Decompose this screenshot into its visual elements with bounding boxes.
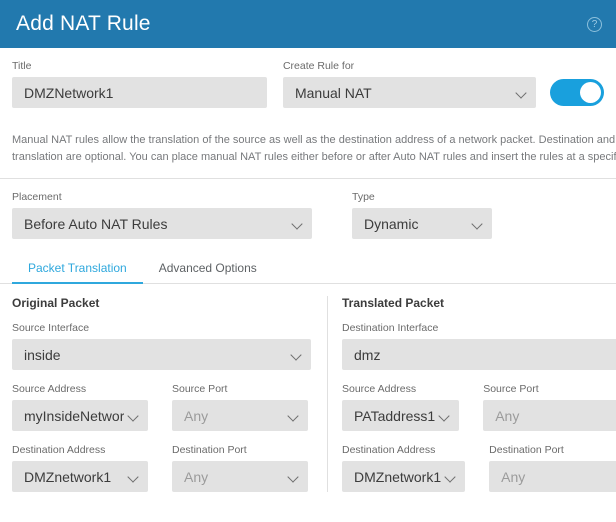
original-destination-address-group: Destination Address DMZnetwork1 <box>12 444 148 492</box>
original-packet-column: Original Packet Source Interface inside … <box>0 296 328 492</box>
type-label: Type <box>352 191 375 203</box>
placement-value: Before Auto NAT Rules <box>24 215 168 232</box>
toggle-knob <box>580 82 601 103</box>
original-source-interface-value: inside <box>24 346 61 363</box>
chevron-down-icon <box>288 471 300 483</box>
original-source-port-group: Source Port Any <box>172 383 308 431</box>
dialog-header: Add NAT Rule ? <box>0 0 616 48</box>
translated-source-port-label: Source Port <box>483 383 539 395</box>
translated-source-address-label: Source Address <box>342 383 417 395</box>
chevron-down-icon <box>439 410 451 422</box>
placement-form-section: Placement Before Auto NAT Rules Type Dyn… <box>0 179 616 253</box>
description-line-1: Manual NAT rules allow the translation o… <box>12 134 616 146</box>
original-source-address-value: myInsideNetwork <box>24 407 124 424</box>
description-text: Manual NAT rules allow the translation o… <box>12 132 616 166</box>
question-circle-icon[interactable]: ? <box>587 16 602 32</box>
chevron-down-icon <box>288 410 300 422</box>
original-packet-heading: Original Packet <box>12 296 100 310</box>
original-destination-address-label: Destination Address <box>12 444 106 456</box>
translated-destination-port-label: Destination Port <box>489 444 564 456</box>
original-source-port-select[interactable]: Any <box>172 400 308 431</box>
original-source-port-value: Any <box>184 407 209 424</box>
placement-group: Placement Before Auto NAT Rules <box>12 191 312 239</box>
translated-source-port-group: Source Port Any <box>483 383 616 431</box>
original-source-interface-select[interactable]: inside <box>12 339 311 370</box>
original-destination-address-select[interactable]: DMZnetwork1 <box>12 461 148 492</box>
type-value: Dynamic <box>364 215 419 232</box>
tab-packet-translation[interactable]: Packet Translation <box>12 261 143 284</box>
tab-bar: Packet Translation Advanced Options <box>0 253 616 284</box>
chevron-down-icon <box>128 471 140 483</box>
placement-select[interactable]: Before Auto NAT Rules <box>12 208 312 239</box>
create-rule-for-label: Create Rule for <box>282 60 355 72</box>
translated-destination-port-group: Destination Port Any <box>489 444 616 492</box>
type-select[interactable]: Dynamic <box>352 208 492 239</box>
create-rule-for-value: Manual NAT <box>294 84 372 101</box>
original-source-address-select[interactable]: myInsideNetwork <box>12 400 148 431</box>
create-rule-for-select[interactable]: Manual NAT <box>282 77 536 108</box>
original-source-interface-label: Source Interface <box>12 322 90 334</box>
translated-destination-address-select[interactable]: DMZnetwork1 <box>342 461 466 492</box>
translated-destination-address-group: Destination Address DMZnetwork1 <box>342 444 466 492</box>
translated-destination-port-select[interactable]: Any <box>489 461 616 492</box>
chevron-down-icon <box>516 87 528 99</box>
enable-rule-toggle[interactable] <box>550 79 604 106</box>
placement-label: Placement <box>12 191 62 203</box>
description-section: Manual NAT rules allow the translation o… <box>0 122 616 178</box>
original-source-address-group: Source Address myInsideNetwork <box>12 383 148 431</box>
translated-packet-column: Translated Packet Destination Interface … <box>328 296 616 492</box>
title-input[interactable]: DMZNetwork1 <box>12 77 267 108</box>
page-title: Add NAT Rule <box>16 12 151 35</box>
translated-source-port-value: Any <box>495 407 520 424</box>
packet-translation-panel: Original Packet Source Interface inside … <box>0 284 616 492</box>
title-input-value: DMZNetwork1 <box>24 84 114 101</box>
chevron-down-icon <box>472 218 484 230</box>
translated-destination-interface-select[interactable]: dmz <box>342 339 616 370</box>
chevron-down-icon <box>445 471 457 483</box>
description-line-2: translation are optional. You can place … <box>12 151 616 163</box>
chevron-down-icon <box>291 349 303 361</box>
enable-rule-toggle-group <box>550 79 604 108</box>
original-destination-address-value: DMZnetwork1 <box>24 468 112 485</box>
original-source-port-label: Source Port <box>172 383 228 395</box>
translated-source-port-select[interactable]: Any <box>483 400 616 431</box>
original-destination-port-label: Destination Port <box>172 444 247 456</box>
translated-packet-heading: Translated Packet <box>342 296 445 310</box>
chevron-down-icon <box>292 218 304 230</box>
translated-destination-address-value: DMZnetwork1 <box>354 468 442 485</box>
tab-advanced-options[interactable]: Advanced Options <box>143 261 273 283</box>
original-destination-port-select[interactable]: Any <box>172 461 308 492</box>
top-form-section: Title DMZNetwork1 Create Rule for Manual… <box>0 48 616 122</box>
chevron-down-icon <box>128 410 140 422</box>
original-source-address-label: Source Address <box>12 383 87 395</box>
translated-source-address-value: PATaddress1 <box>354 407 436 424</box>
translated-destination-port-value: Any <box>501 468 526 485</box>
original-destination-port-value: Any <box>184 468 209 485</box>
create-rule-for-group: Create Rule for Manual NAT <box>282 60 536 108</box>
add-nat-rule-dialog: Add NAT Rule ? Title DMZNetwork1 Create … <box>0 0 616 522</box>
type-group: Type Dynamic <box>352 191 492 239</box>
translated-destination-interface-group: Destination Interface dmz <box>342 322 616 370</box>
translated-source-address-select[interactable]: PATaddress1 <box>342 400 460 431</box>
translated-destination-interface-label: Destination Interface <box>342 322 439 334</box>
original-source-interface-group: Source Interface inside <box>12 322 311 370</box>
translated-destination-address-label: Destination Address <box>342 444 436 456</box>
title-field-group: Title DMZNetwork1 <box>12 60 267 108</box>
translated-source-address-group: Source Address PATaddress1 <box>342 383 460 431</box>
original-destination-port-group: Destination Port Any <box>172 444 308 492</box>
translated-destination-interface-value: dmz <box>354 346 381 363</box>
title-label: Title <box>12 60 32 72</box>
